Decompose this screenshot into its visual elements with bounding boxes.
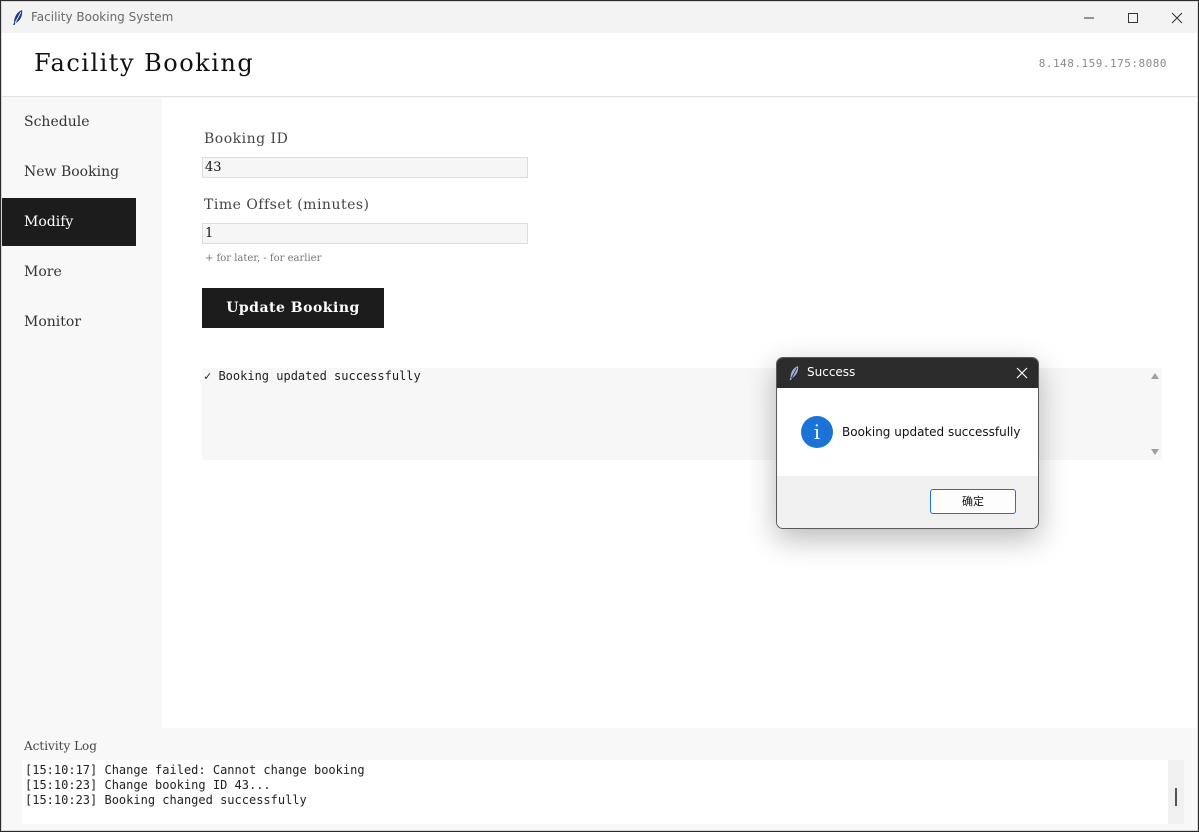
dialog-message: Booking updated successfully xyxy=(842,425,1021,439)
sidebar-item-modify[interactable]: Modify xyxy=(2,198,136,246)
info-icon: i xyxy=(801,416,833,448)
close-window-button[interactable] xyxy=(1154,2,1197,33)
scrollbar-thumb[interactable] xyxy=(1175,788,1177,806)
log-line: [15:10:23] Change booking ID 43... xyxy=(25,778,271,792)
dialog-footer: 确定 xyxy=(777,476,1038,528)
scroll-up-icon[interactable] xyxy=(1151,373,1159,379)
dialog-body: i Booking updated successfully xyxy=(777,388,1038,476)
window-title: Facility Booking System xyxy=(31,10,174,24)
sidebar-item-new-booking[interactable]: New Booking xyxy=(2,148,136,196)
activity-log-title: Activity Log xyxy=(24,739,97,753)
activity-log[interactable]: [15:10:17] Change failed: Cannot change … xyxy=(22,760,1184,824)
sidebar: Schedule New Booking Modify More Monitor xyxy=(2,98,162,728)
time-offset-label: Time Offset (minutes) xyxy=(204,197,370,213)
ok-button[interactable]: 确定 xyxy=(930,489,1016,514)
dialog-title: Success xyxy=(807,365,856,379)
dialog-titlebar[interactable]: Success xyxy=(777,358,1038,388)
activity-log-scrollbar[interactable] xyxy=(1168,760,1184,824)
booking-id-field[interactable]: 43 xyxy=(202,157,528,178)
minimize-button[interactable] xyxy=(1066,2,1112,33)
time-offset-hint: + for later, - for earlier xyxy=(205,253,322,264)
feather-icon xyxy=(13,10,23,25)
close-icon[interactable] xyxy=(1015,366,1029,380)
sidebar-item-more[interactable]: More xyxy=(2,248,136,296)
sidebar-item-monitor[interactable]: Monitor xyxy=(2,298,136,346)
activity-log-section: Activity Log [15:10:17] Change failed: C… xyxy=(2,728,1197,830)
sidebar-item-schedule[interactable]: Schedule xyxy=(2,98,136,146)
page-title: Facility Booking xyxy=(34,49,255,77)
close-icon xyxy=(1171,12,1183,23)
modify-panel: Booking ID 43 Time Offset (minutes) 1 + … xyxy=(162,98,1197,728)
app-header: Facility Booking 8.148.159.175:8080 xyxy=(2,33,1197,97)
feather-icon xyxy=(789,366,799,380)
result-text: ✓ Booking updated successfully xyxy=(204,369,421,383)
minimize-icon xyxy=(1084,17,1094,18)
update-booking-button[interactable]: Update Booking xyxy=(202,288,384,328)
scroll-down-icon[interactable] xyxy=(1151,449,1159,455)
maximize-icon xyxy=(1128,12,1138,23)
log-line: [15:10:17] Change failed: Cannot change … xyxy=(25,763,365,777)
server-address: 8.148.159.175:8080 xyxy=(1038,57,1167,70)
log-line: [15:10:23] Booking changed successfully xyxy=(25,793,307,807)
window-titlebar[interactable]: Facility Booking System xyxy=(2,2,1197,33)
result-scrollbar[interactable] xyxy=(1148,368,1162,460)
maximize-button[interactable] xyxy=(1110,2,1156,33)
booking-id-label: Booking ID xyxy=(204,131,289,147)
success-dialog: Success i Booking updated successfully 确… xyxy=(776,357,1039,529)
time-offset-field[interactable]: 1 xyxy=(202,223,528,244)
